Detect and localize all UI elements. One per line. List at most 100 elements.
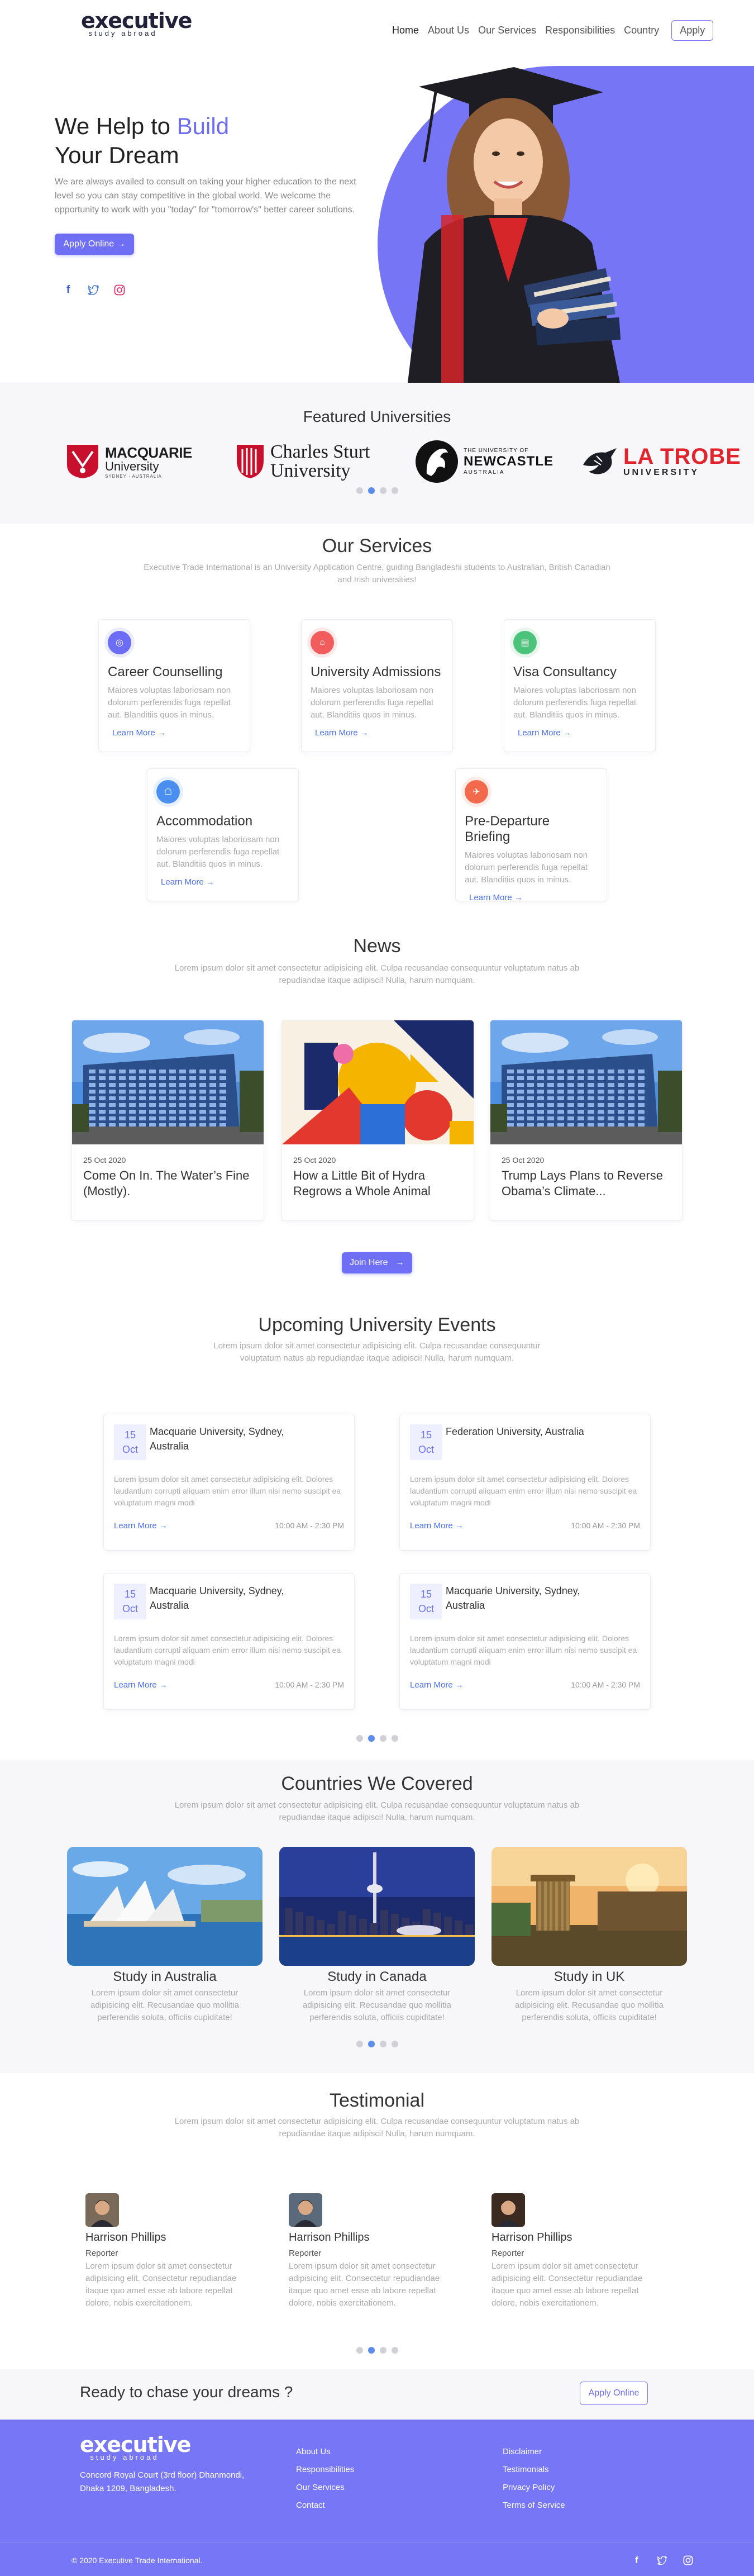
event-card[interactable]: 15 Oct Federation University, Australia …: [399, 1414, 651, 1551]
learn-more-link[interactable]: Learn More →: [410, 1680, 464, 1690]
footer-disclaimer-link[interactable]: Disclaimer: [503, 2443, 565, 2461]
event-card[interactable]: 15 Oct Macquarie University, Sydney, Aus…: [103, 1573, 355, 1710]
carousel-dot[interactable]: [356, 487, 363, 494]
apply-online-button[interactable]: Apply Online →: [55, 234, 134, 255]
nav-about[interactable]: About Us: [428, 25, 469, 36]
news-card[interactable]: 25 Oct 2020 How a Little Bit of Hydra Re…: [281, 1020, 474, 1221]
nav-home[interactable]: Home: [392, 25, 419, 36]
carousel-dot[interactable]: [379, 487, 386, 494]
twitter-icon[interactable]: [87, 283, 101, 297]
service-description: Maiores voluptas laboriosam non dolorum …: [465, 850, 588, 885]
avatar: [289, 2193, 322, 2227]
logo[interactable]: executive study abroad: [81, 10, 192, 37]
testimonial-role: Reporter: [85, 2249, 118, 2258]
carousel-dot[interactable]: [391, 2041, 398, 2047]
testimonial-card: Harrison Phillips Reporter Lorem ipsum d…: [289, 2193, 462, 2309]
country-name[interactable]: Study in Canada: [279, 1969, 475, 1985]
carousel-dot[interactable]: [391, 2347, 398, 2354]
carousel-dot[interactable]: [391, 1735, 398, 1742]
facebook-icon[interactable]: f: [61, 283, 75, 297]
nav-country[interactable]: Country: [624, 25, 659, 36]
news-date: 25 Oct 2020: [293, 1156, 336, 1165]
carousel-dot[interactable]: [379, 2347, 386, 2354]
service-card[interactable]: ☖ Accommodation Maiores voluptas laborio…: [147, 768, 299, 901]
footer-about-link[interactable]: About Us: [296, 2443, 354, 2461]
event-card[interactable]: 15 Oct Macquarie University, Sydney, Aus…: [399, 1573, 651, 1710]
news-card[interactable]: 25 Oct 2020 Come On In. The Water’s Fine…: [71, 1020, 264, 1221]
country-name[interactable]: Study in Australia: [67, 1969, 263, 1985]
news-title[interactable]: How a Little Bit of Hydra Regrows a Whol…: [293, 1168, 462, 1199]
carousel-dot[interactable]: [356, 1735, 363, 1742]
cta-apply-online-button[interactable]: Apply Online: [580, 2382, 648, 2405]
learn-more-link[interactable]: Learn More →: [518, 728, 571, 738]
learn-more-link[interactable]: Learn More →: [114, 1680, 168, 1690]
instagram-icon[interactable]: [681, 2554, 695, 2567]
carousel-dot-active[interactable]: [368, 2347, 375, 2354]
compass-icon: ◎: [108, 631, 131, 654]
carousel-dot-active[interactable]: [368, 2041, 375, 2047]
service-card[interactable]: ⌂ University Admissions Maiores voluptas…: [301, 619, 453, 752]
event-title: Macquarie University, Sydney, Australia: [150, 1585, 284, 1611]
carousel-dot[interactable]: [379, 1735, 386, 1742]
charles-sturt-logo[interactable]: Charles Sturt University: [235, 441, 370, 482]
country-card[interactable]: Study in Canada Lorem ipsum dolor sit am…: [279, 1847, 475, 2024]
country-card[interactable]: Study in Australia Lorem ipsum dolor sit…: [67, 1847, 263, 2024]
carousel-dot[interactable]: [356, 2041, 363, 2047]
footer-address: Concord Royal Court (3rd floor) Dhanmond…: [80, 2470, 245, 2493]
newcastle-logo[interactable]: THE UNIVERSITY OF NEWCASTLE AUSTRALIA: [414, 439, 553, 484]
news-title[interactable]: Trump Lays Plans to Reverse Obama’s Clim…: [502, 1168, 671, 1199]
facebook-icon[interactable]: f: [630, 2554, 643, 2567]
event-card[interactable]: 15 Oct Macquarie University, Sydney, Aus…: [103, 1414, 355, 1551]
service-card[interactable]: ▤ Visa Consultancy Maiores voluptas labo…: [504, 619, 656, 752]
charles-sturt-name: Charles Sturt: [270, 441, 370, 462]
event-description: Lorem ipsum dolor sit amet consectetur a…: [410, 1475, 637, 1507]
learn-more-link[interactable]: Learn More →: [112, 728, 166, 738]
la-trobe-logo[interactable]: LA TROBE UNIVERSITY: [580, 443, 741, 481]
learn-more-link[interactable]: Learn More →: [315, 728, 369, 738]
apply-button[interactable]: Apply: [671, 20, 714, 41]
service-card[interactable]: ✈ Pre-Departure Briefing Maiores volupta…: [455, 768, 607, 902]
service-card[interactable]: ◎ Career Counselling Maiores voluptas la…: [98, 619, 250, 752]
carousel-dot[interactable]: [379, 2041, 386, 2047]
footer-terms-link[interactable]: Terms of Service: [503, 2497, 565, 2515]
footer-contact-link[interactable]: Contact: [296, 2497, 354, 2515]
testimonial-card: Harrison Phillips Reporter Lorem ipsum d…: [491, 2193, 665, 2309]
join-here-button[interactable]: Join Here →: [342, 1252, 412, 1273]
news-date: 25 Oct 2020: [83, 1156, 126, 1165]
country-description: Lorem ipsum dolor sit amet consectetur a…: [90, 1988, 239, 2022]
carousel-dot-active[interactable]: [368, 1735, 375, 1742]
learn-more-link[interactable]: Learn More →: [161, 877, 214, 887]
country-name[interactable]: Study in UK: [491, 1969, 687, 1985]
macquarie-line3: SYDNEY · AUSTRALIA: [105, 474, 162, 479]
learn-more-link[interactable]: Learn More →: [410, 1521, 464, 1531]
avatar: [85, 2193, 119, 2227]
footer-logo[interactable]: executive study abroad: [80, 2434, 191, 2461]
footer-responsibilities-link[interactable]: Responsibilities: [296, 2461, 354, 2479]
nav-services[interactable]: Our Services: [478, 25, 536, 36]
service-title: University Admissions: [311, 664, 441, 679]
country-card[interactable]: Study in UK Lorem ipsum dolor sit amet c…: [491, 1847, 687, 2024]
macquarie-logo[interactable]: MACQUARIE University SYDNEY · AUSTRALIA: [66, 441, 192, 482]
instagram-icon[interactable]: [113, 283, 126, 297]
event-day: 15: [420, 1429, 432, 1441]
footer-services-link[interactable]: Our Services: [296, 2479, 354, 2497]
footer-privacy-link[interactable]: Privacy Policy: [503, 2479, 565, 2497]
passport-icon: ▤: [513, 631, 537, 654]
learn-more-link[interactable]: Learn More →: [469, 893, 523, 902]
news-card[interactable]: 25 Oct 2020 Trump Lays Plans to Reverse …: [490, 1020, 683, 1221]
news-title[interactable]: Come On In. The Water’s Fine (Mostly).: [83, 1168, 252, 1199]
plane-icon: ✈: [465, 780, 488, 804]
footer-links-col2: Disclaimer Testimonials Privacy Policy T…: [503, 2443, 565, 2515]
carousel-dot[interactable]: [391, 487, 398, 494]
event-month: Oct: [418, 1603, 434, 1614]
footer-testimonials-link[interactable]: Testimonials: [503, 2461, 565, 2479]
learn-more-link[interactable]: Learn More →: [114, 1521, 168, 1531]
event-day: 15: [420, 1589, 432, 1600]
news-subtitle: Lorem ipsum dolor sit amet consectetur a…: [174, 963, 580, 985]
twitter-icon[interactable]: [656, 2554, 669, 2567]
testimonial-carousel-dots: [0, 2347, 754, 2354]
carousel-dot-active[interactable]: [368, 487, 375, 494]
carousel-dot[interactable]: [356, 2347, 363, 2354]
event-month: Oct: [122, 1603, 138, 1614]
nav-responsibilities[interactable]: Responsibilities: [545, 25, 615, 36]
